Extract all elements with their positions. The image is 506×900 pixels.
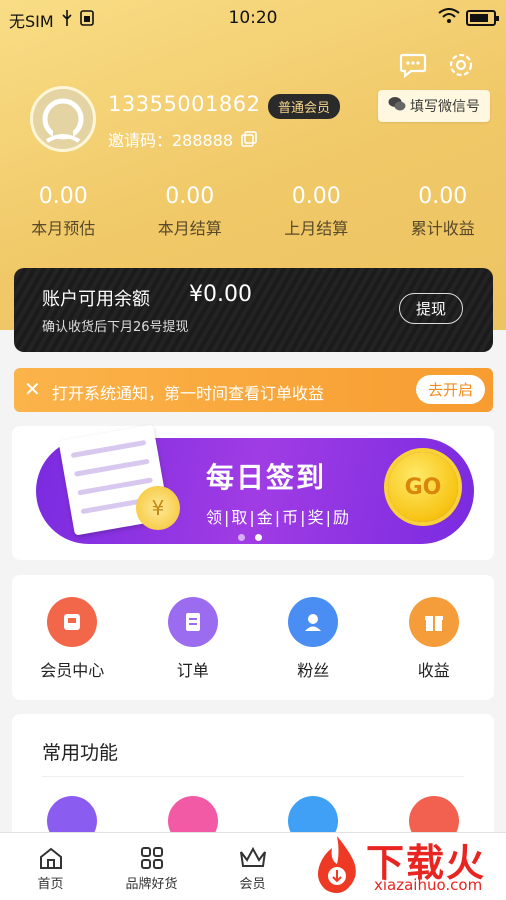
stat-value: 0.00 [291, 184, 341, 209]
settings-gear-icon[interactable] [446, 50, 476, 80]
fill-wechat-label: 填写微信号 [410, 99, 480, 115]
menu-label: 会员中心 [40, 661, 105, 680]
fill-wechat-button[interactable]: 填写微信号 [378, 90, 490, 122]
banner-subtitle: 领|取|金|币|奖|励 [206, 508, 351, 527]
invite-code: 邀请码：288888 [108, 127, 257, 151]
stat-label: 本月预估 [31, 219, 96, 238]
stat-last-month-settled[interactable]: 0.00 上月结算 [253, 184, 380, 239]
quick-menu: 会员中心 订单 粉丝 收益 [12, 575, 494, 700]
balance-amount: ¥0.00 [189, 282, 252, 307]
stat-month-estimate[interactable]: 0.00 本月预估 [0, 184, 127, 239]
avatar[interactable] [30, 86, 96, 152]
tab-label: 首页 [37, 877, 64, 892]
crown-icon [202, 843, 303, 873]
phone-number: 13355001862 [108, 92, 261, 116]
balance-card: 账户可用余额 ¥0.00 确认收货后下月26号提现 提现 [14, 268, 493, 352]
message-icon[interactable] [398, 50, 428, 80]
menu-label: 订单 [176, 661, 209, 680]
withdraw-button[interactable]: 提现 [398, 293, 463, 324]
clock: 10:20 [228, 8, 278, 28]
watermark-logo: 下载火 xiazaihuo.com [296, 826, 506, 900]
tab-home[interactable]: 首页 [0, 833, 101, 900]
menu-item-fans[interactable]: 粉丝 [253, 575, 374, 700]
section-title: 常用功能 [42, 742, 119, 764]
member-center-icon [47, 597, 98, 647]
balance-title: 账户可用余额 [42, 289, 150, 310]
invite-code-label: 邀请码：288888 [108, 131, 234, 150]
status-bar: 无SIM 10:20 [0, 0, 506, 36]
stat-value: 0.00 [38, 184, 88, 209]
carousel-dot[interactable] [238, 534, 245, 541]
tab-member[interactable]: 会员 [202, 833, 303, 900]
gift-icon [408, 597, 459, 647]
stat-label: 累计收益 [410, 219, 475, 238]
divider [42, 776, 464, 777]
notification-text: 打开系统通知，第一时间查看订单收益 [52, 384, 325, 403]
go-coin-button[interactable]: GO [388, 452, 458, 522]
tab-label: 会员 [239, 877, 266, 892]
menu-label: 粉丝 [297, 661, 330, 680]
menu-item-member-center[interactable]: 会员中心 [12, 575, 133, 700]
banner-card: ¥ 每日签到 领|取|金|币|奖|励 GO [12, 424, 494, 560]
stat-month-settled[interactable]: 0.00 本月结算 [127, 184, 254, 239]
notification-prompt: ✕ 打开系统通知，第一时间查看订单收益 去开启 [14, 368, 493, 412]
carousel-dots [238, 534, 262, 541]
wechat-icon [388, 96, 406, 116]
close-icon[interactable]: ✕ [24, 377, 41, 401]
battery-icon [466, 10, 499, 26]
grid-icon [101, 843, 202, 873]
stat-label: 上月结算 [284, 219, 349, 238]
home-icon [0, 843, 101, 873]
watermark-url: xiazaihuo.com [374, 876, 483, 894]
earnings-stats: 0.00 本月预估 0.00 本月结算 0.00 上月结算 0.00 累计收益 [0, 184, 506, 239]
copy-icon[interactable] [241, 131, 257, 147]
menu-item-orders[interactable]: 订单 [133, 575, 254, 700]
banner-title: 每日签到 [206, 461, 327, 494]
stat-value: 0.00 [165, 184, 215, 209]
coin-illustration: ¥ [136, 486, 180, 530]
daily-checkin-banner[interactable]: ¥ 每日签到 领|取|金|币|奖|励 GO [36, 424, 474, 544]
tab-brand-goods[interactable]: 品牌好货 [101, 833, 202, 900]
enable-notification-button[interactable]: 去开启 [415, 375, 485, 404]
fans-icon [288, 597, 339, 647]
orders-icon [167, 597, 218, 647]
tab-label: 品牌好货 [125, 877, 178, 892]
menu-item-earnings[interactable]: 收益 [374, 575, 495, 700]
stat-total-earnings[interactable]: 0.00 累计收益 [380, 184, 506, 239]
fire-icon [318, 836, 356, 893]
stat-value: 0.00 [418, 184, 468, 209]
menu-label: 收益 [417, 661, 450, 680]
wifi-icon [438, 8, 460, 28]
member-level-badge: 普通会员 [268, 94, 341, 119]
balance-note: 确认收货后下月26号提现 [42, 320, 189, 335]
carousel-dot-active[interactable] [255, 534, 262, 541]
stat-label: 本月结算 [157, 219, 222, 238]
